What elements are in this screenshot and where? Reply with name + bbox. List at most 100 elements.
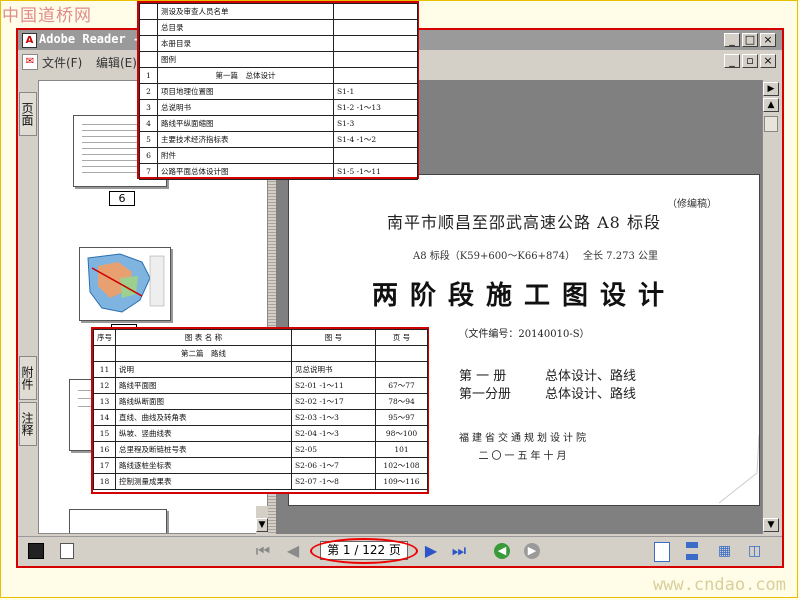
cell-no: [139, 19, 158, 36]
cell-name: 总里程及断链桩号表: [115, 441, 292, 458]
header-code: 图 号: [291, 329, 376, 346]
toc-overlay-top: 测设及审查人员名单 总目录 本册目录 图例 1 第一篇 总体设计 2 项目地理位置图 S1-1 3…: [137, 1, 419, 180]
side-tab-strip: 页面 附件 注释: [18, 80, 38, 534]
document-scrollbar[interactable]: ▶ ▲ ▼: [762, 80, 780, 534]
cell-code: S2-01 -1～11: [291, 377, 376, 394]
page-thumbnail[interactable]: [79, 247, 171, 321]
cell-name: 主要技术经济指标表: [157, 131, 334, 148]
map-thumbnail-icon: [80, 248, 170, 320]
document-icon: ✉: [22, 54, 38, 70]
cell-page: [375, 361, 428, 378]
scroll-right-icon[interactable]: ▶: [763, 82, 779, 96]
close-button[interactable]: ×: [760, 33, 776, 47]
cell-no: 12: [93, 377, 116, 394]
cell-code: [333, 19, 418, 36]
thumbnail-scrollbar[interactable]: ▼: [256, 506, 268, 534]
cell-no: [139, 35, 158, 52]
table-row: 11 说明 见总说明书: [93, 361, 428, 378]
menu-file[interactable]: 文件(F): [42, 54, 82, 71]
facing-icon[interactable]: ◫: [748, 543, 761, 559]
cell-code: S2-05: [291, 441, 376, 458]
cell-name: 附件: [157, 147, 334, 164]
cell-code: S2-03 -1～3: [291, 409, 376, 426]
cell-code: [333, 67, 418, 84]
tab-pages[interactable]: 页面: [19, 92, 37, 136]
single-page-icon[interactable]: [654, 542, 670, 562]
continuous-icon[interactable]: [686, 542, 698, 560]
subvolume-desc: 总体设计、路线: [545, 387, 637, 402]
cell-page: 78～94: [375, 393, 428, 410]
cell-code: S2-07 -1～8: [291, 473, 376, 490]
table-row: 总目录: [139, 19, 418, 36]
page-highlight-ellipse: [310, 538, 418, 564]
cell-no: 14: [93, 409, 116, 426]
cell-name: 路线平纵面缩图: [157, 115, 334, 132]
cell-code: [333, 35, 418, 52]
watermark-logo: 中国道桥网: [2, 6, 92, 26]
cell-no: 7: [139, 163, 158, 180]
cell-no: 2: [139, 83, 158, 100]
table-row: 12 路线平面图 S2-01 -1～11 67～77: [93, 377, 428, 394]
cell-code: S1-2 -1～13: [333, 99, 418, 116]
doc-minimize-button[interactable]: _: [724, 54, 740, 68]
table-row: 1 第一篇 总体设计: [139, 67, 418, 84]
cell-no: 18: [93, 473, 116, 490]
scroll-down-icon[interactable]: ▼: [256, 518, 268, 532]
table-row: 17 路线逐桩坐标表 S2-06 -1～7 102～108: [93, 457, 428, 474]
cell-name: 图例: [157, 51, 334, 68]
last-page-icon[interactable]: ⏭: [450, 542, 468, 560]
cell-name: 第一篇 总体设计: [157, 67, 334, 84]
doc-restore-button[interactable]: ▫: [742, 54, 758, 68]
cell-no: [139, 3, 158, 20]
tab-attachments[interactable]: 附件: [19, 356, 37, 400]
cell-name: 公路平面总体设计图: [157, 163, 334, 180]
table-row: 5 主要技术经济指标表 S1-4 -1～2: [139, 131, 418, 148]
cell-code: [333, 147, 418, 164]
cell-name: 控制测量成果表: [115, 473, 292, 490]
doc-close-button[interactable]: ×: [760, 54, 776, 68]
cell-no: [139, 51, 158, 68]
watermark-url: www.cndao.com: [652, 575, 786, 595]
forward-icon[interactable]: ▶: [524, 543, 540, 559]
cell-name: 路线平面图: [115, 377, 292, 394]
cell-no: 16: [93, 441, 116, 458]
cell-name: 总目录: [157, 19, 334, 36]
cell-page: 98～100: [375, 425, 428, 442]
header-page: 页 号: [375, 329, 428, 346]
menu-edit[interactable]: 编辑(E): [96, 54, 137, 71]
scroll-down-icon[interactable]: ▼: [763, 518, 779, 532]
table-row: 7 公路平面总体设计图 S1-5 -1～11: [139, 163, 418, 180]
cell-no: 5: [139, 131, 158, 148]
tab-annotations[interactable]: 注释: [19, 402, 37, 446]
back-icon[interactable]: ◀: [494, 543, 510, 559]
volume-desc: 总体设计、路线: [545, 369, 637, 384]
header-name: 图 表 名 称: [115, 329, 292, 346]
next-page-icon[interactable]: ▶: [422, 542, 440, 560]
revision-note: （修编稿）: [667, 199, 717, 210]
continuous-facing-icon[interactable]: ▦: [718, 543, 731, 559]
cell-code: S1-1: [333, 83, 418, 100]
scroll-thumb[interactable]: [764, 116, 778, 132]
project-title: 南平市顺昌至邵武高速公路 A8 标段: [387, 213, 661, 232]
table-row: 3 总说明书 S1-2 -1～13: [139, 99, 418, 116]
table-row: 测设及审查人员名单: [139, 3, 418, 20]
first-page-icon[interactable]: ⏮: [254, 542, 272, 560]
page-thumbnail[interactable]: [69, 509, 167, 533]
cell-code: [333, 3, 418, 20]
cell-page: 101: [375, 441, 428, 458]
minimize-button[interactable]: _: [724, 33, 740, 47]
pdf-app-icon: A: [22, 33, 37, 48]
cell-code: 见总说明书: [291, 361, 376, 378]
maximize-button[interactable]: □: [742, 33, 758, 47]
route-length: 全长 7.273 公里: [583, 251, 658, 262]
cell-code: S1-4 -1～2: [333, 131, 418, 148]
pages-panel-icon[interactable]: [28, 543, 44, 559]
scroll-up-icon[interactable]: ▲: [763, 98, 779, 112]
table-row: 本册目录: [139, 35, 418, 52]
section-range: A8 标段（K59+600～K66+874）: [413, 251, 576, 262]
subvolume-label: 第一分册: [459, 387, 512, 402]
document-icon[interactable]: [60, 543, 74, 559]
prev-page-icon[interactable]: ◀: [284, 542, 302, 560]
cell-code: S2-02 -1～17: [291, 393, 376, 410]
cell-page: 109～116: [375, 473, 428, 490]
